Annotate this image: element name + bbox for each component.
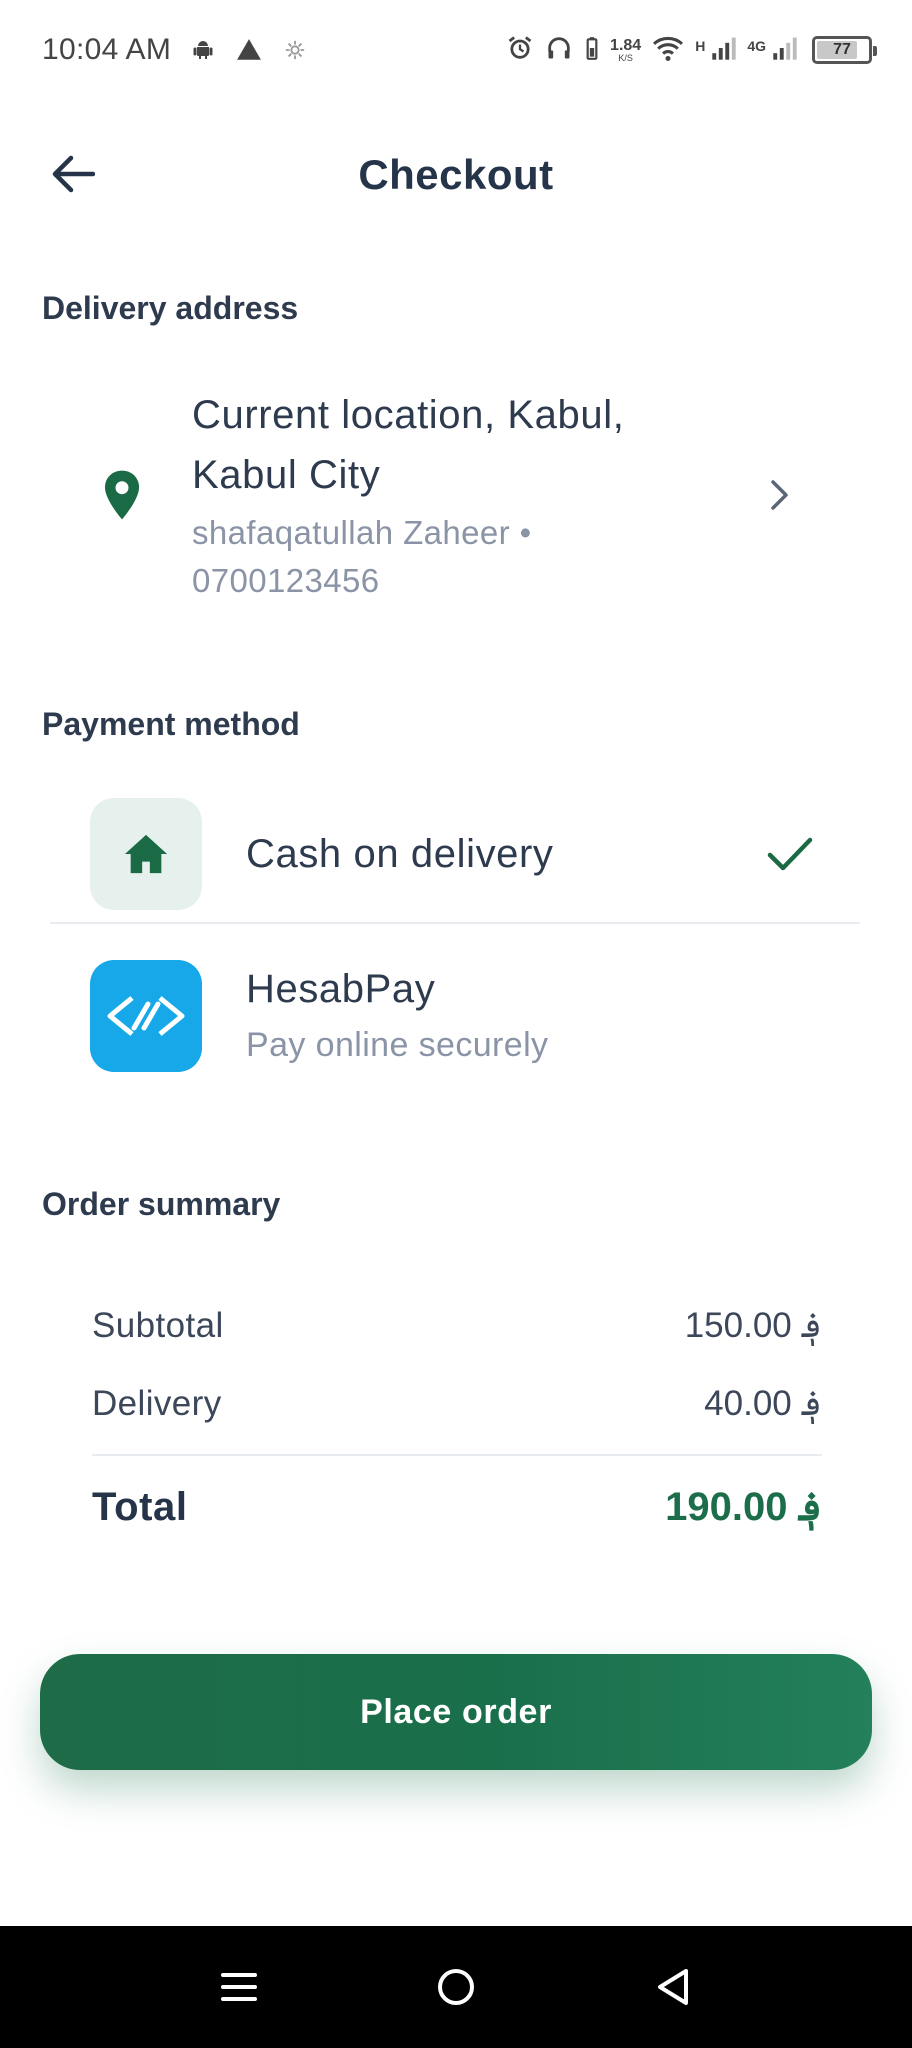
menu-icon (220, 1973, 257, 2001)
address-line: Current location, Kabul, Kabul City (192, 393, 625, 497)
page-title: Checkout (358, 151, 554, 198)
network-speed-value: 1.84 (610, 36, 642, 54)
contact-line: shafaqatullah Zaheer • 0700123456 (192, 514, 532, 599)
arrow-left-icon (49, 154, 96, 199)
network-speed-unit: K/S (618, 52, 633, 63)
signal2-label: 4G (747, 37, 766, 54)
total-label: Total (92, 1484, 188, 1529)
check-icon (750, 836, 830, 872)
total-row: Total 190.00 ؋ (92, 1484, 822, 1530)
battery-indicator: 77 (812, 36, 877, 64)
subtotal-label: Subtotal (92, 1306, 224, 1345)
alarm-icon (506, 34, 534, 67)
app-header: Checkout (0, 120, 912, 230)
payment-option-hesabpay[interactable]: HesabPay Pay online securely (50, 960, 860, 1072)
home-nav-button[interactable] (411, 1942, 501, 2032)
status-time: 10:04 AM (42, 33, 172, 66)
location-pin-icon (70, 469, 174, 521)
subtotal-row: Subtotal 150.00 ؋ (92, 1306, 822, 1346)
network-speed: 1.84 K/S (610, 36, 642, 63)
payment-subtitle: Pay online securely (246, 1026, 549, 1064)
summary-divider (92, 1454, 822, 1456)
delivery-fee-label: Delivery (92, 1384, 222, 1423)
payment-label: Cash on delivery (246, 831, 554, 876)
payment-divider (50, 922, 860, 924)
hesabpay-logo-icon (90, 960, 202, 1072)
delivery-fee-row: Delivery 40.00 ؋ (92, 1384, 822, 1424)
subtotal-value: 150.00 ؋ (684, 1306, 822, 1345)
cash-icon-tile (90, 798, 202, 910)
signal1-bars-icon (711, 34, 737, 67)
delivery-section-title: Delivery address (42, 290, 299, 326)
back-nav-button[interactable] (628, 1942, 718, 2032)
address-text: Current location, Kabul, Kabul City shaf… (174, 385, 750, 605)
hesabpay-text: HesabPay Pay online securely (246, 967, 860, 1065)
battery-level: 77 (833, 41, 851, 58)
checkout-screen: 10:04 AM 1.84 K/S H 4G 77 Checkout Deliv… (0, 0, 912, 2048)
wifi-icon (651, 34, 685, 67)
delivery-address-card[interactable]: Current location, Kabul, Kabul City shaf… (70, 370, 810, 620)
signal2-bars-icon (772, 34, 798, 67)
status-left: 10:04 AM (42, 33, 309, 67)
recent-apps-button[interactable] (194, 1942, 284, 2032)
summary-section-title: Order summary (42, 1186, 281, 1222)
place-order-label: Place order (360, 1692, 552, 1731)
back-button[interactable] (40, 148, 104, 204)
cash-text: Cash on delivery (246, 832, 750, 877)
status-right: 1.84 K/S H 4G 77 (506, 34, 877, 67)
android-icon (189, 36, 217, 64)
payment-label: HesabPay (246, 967, 436, 1011)
settings-notification-icon (281, 36, 309, 64)
triangle-back-icon (658, 1969, 689, 2005)
headphones-icon (544, 34, 574, 67)
chevron-right-icon (750, 478, 810, 512)
system-nav-bar (0, 1926, 912, 2048)
home-icon (124, 834, 168, 874)
warning-icon (235, 36, 263, 64)
signal1-label: H (695, 37, 706, 54)
payment-section-title: Payment method (42, 706, 300, 742)
circle-home-icon (437, 1969, 474, 2005)
payment-option-cash[interactable]: Cash on delivery (50, 798, 860, 910)
status-bar: 10:04 AM 1.84 K/S H 4G 77 (0, 0, 912, 100)
place-order-button[interactable]: Place order (40, 1654, 872, 1770)
vibrate-battery-icon (584, 35, 600, 66)
delivery-fee-value: 40.00 ؋ (704, 1384, 822, 1423)
total-value: 190.00 ؋ (665, 1485, 822, 1529)
